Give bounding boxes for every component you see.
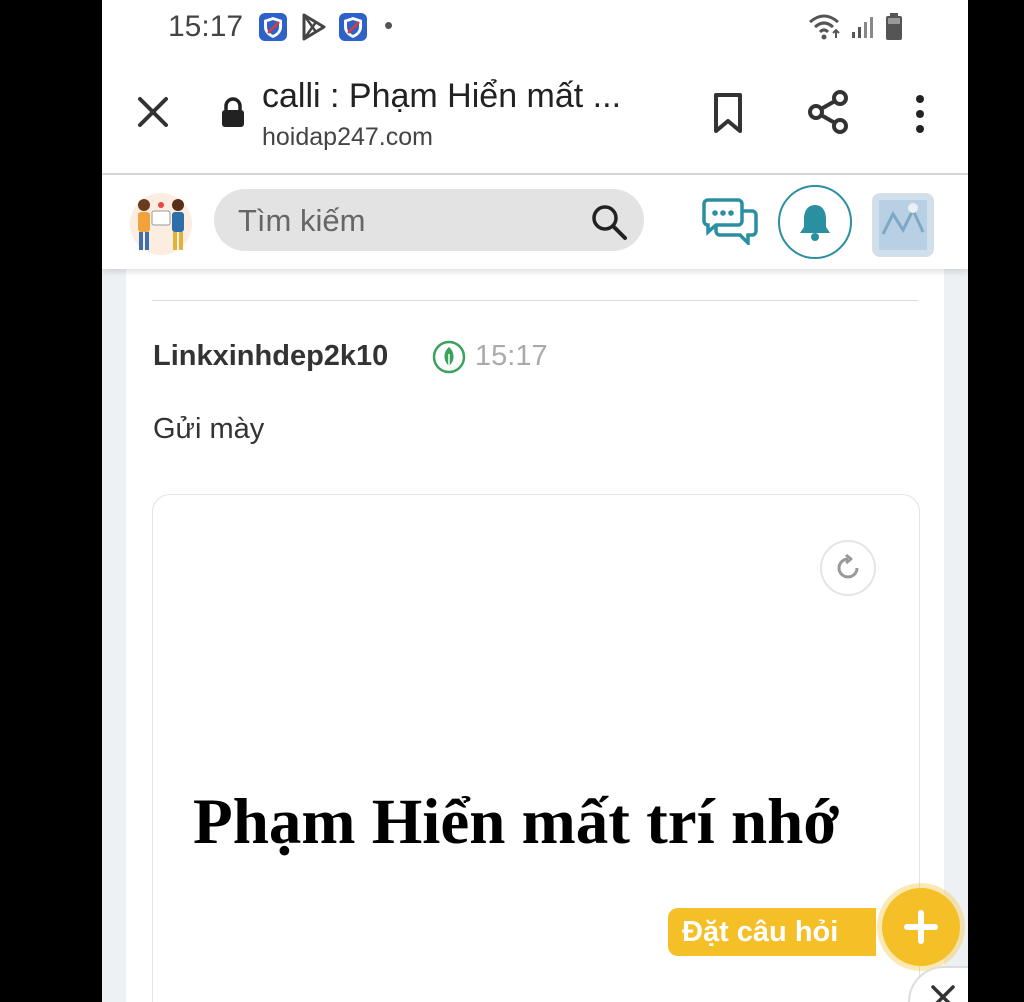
lock-icon <box>222 97 244 127</box>
plus-icon <box>904 910 938 944</box>
close-tab-icon[interactable] <box>136 95 170 129</box>
rotate-button[interactable] <box>820 540 876 596</box>
wifi-icon <box>809 14 840 40</box>
ask-question-button[interactable] <box>882 888 960 966</box>
battery-icon <box>886 13 902 40</box>
comment-author[interactable]: Linkxinhdep2k10 <box>153 340 388 373</box>
divider <box>152 300 918 301</box>
shield-app-icon <box>259 13 287 41</box>
notifications-button[interactable] <box>778 185 852 259</box>
notification-dot: • <box>384 10 394 40</box>
signal-icon <box>852 17 873 38</box>
search-input[interactable]: Tìm kiếm <box>214 189 644 251</box>
ask-question-label[interactable]: Đặt câu hỏi <box>668 908 877 956</box>
status-bar: 15:17 • <box>102 0 968 55</box>
page-host[interactable]: hoidap247.com <box>262 123 433 152</box>
shield-app-icon-2 <box>339 13 367 41</box>
comment-time: 15:17 <box>475 340 548 372</box>
site-logo[interactable] <box>126 191 196 257</box>
rotate-icon <box>837 553 859 579</box>
more-options-icon[interactable] <box>910 93 930 135</box>
browser-toolbar: calli : Phạm Hiển mất ... hoidap247.com <box>102 55 968 175</box>
image-caption-text: Phạm Hiển mất trí nhớ <box>193 786 840 858</box>
close-icon <box>931 985 955 1002</box>
site-header: Tìm kiếm <box>102 175 968 269</box>
search-icon[interactable] <box>590 203 628 241</box>
bookmark-icon[interactable] <box>708 91 748 135</box>
bell-icon <box>800 205 830 241</box>
share-icon[interactable] <box>806 89 850 135</box>
comment-text: Gửi mày <box>153 413 265 445</box>
search-placeholder: Tìm kiếm <box>238 203 366 238</box>
play-store-icon <box>302 13 326 41</box>
avatar-image <box>873 194 933 256</box>
rank-leaf-icon <box>432 340 466 374</box>
status-time: 15:17 <box>168 10 244 43</box>
avatar[interactable] <box>872 193 934 257</box>
phone-screen: 15:17 • calli: Phạm Hiển mất ... hoidap… <box>102 0 968 1002</box>
messages-icon[interactable] <box>702 197 758 245</box>
page-title[interactable]: calli : Phạm Hiển mất ... <box>262 77 621 116</box>
